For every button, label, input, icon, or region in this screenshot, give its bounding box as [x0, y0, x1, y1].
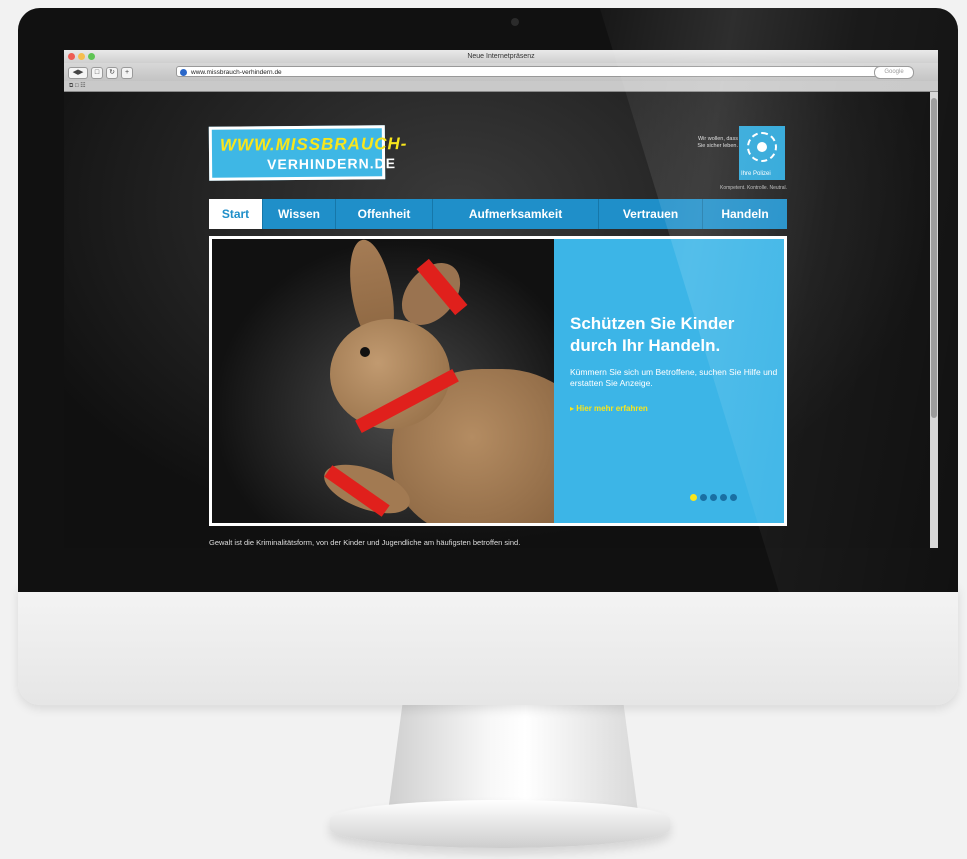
minimize-window-icon[interactable] [78, 53, 85, 60]
search-input[interactable]: Google [874, 66, 914, 79]
window-title: Neue Internetpräsenz [467, 53, 535, 60]
slide-dot[interactable] [710, 494, 717, 501]
monitor-stand-neck [388, 700, 638, 812]
hero-text-panel: Schützen Sie Kinder durch Ihr Handeln. K… [554, 239, 784, 523]
add-bookmark-icon[interactable]: + [121, 67, 133, 79]
slider-pagination [690, 494, 737, 501]
close-window-icon[interactable] [68, 53, 75, 60]
nav-item-vertrauen[interactable]: Vertrauen [599, 199, 703, 229]
nav-item-aufmerksamkeit[interactable]: Aufmerksamkeit [433, 199, 599, 229]
monitor-chin [18, 585, 958, 705]
bookmarks-bar: ⧉ □ ☷ [64, 81, 938, 92]
window-controls [68, 53, 95, 60]
intro-text: Gewalt ist die Kriminalitätsform, von de… [209, 538, 521, 547]
police-badge-label: Ihre Polizei [741, 171, 771, 177]
slide-dot[interactable] [690, 494, 697, 501]
browser-toolbar: ◀▶ □ ↻ + www.missbrauch-verhindern.de ↻ … [64, 63, 938, 81]
hero-subtext: Kümmern Sie sich um Betroffene, suchen S… [570, 367, 778, 388]
nav-item-offenheit[interactable]: Offenheit [336, 199, 433, 229]
nav-item-handeln[interactable]: Handeln [703, 199, 787, 229]
scrollbar-thumb[interactable] [931, 98, 937, 418]
sidebar-toggle-icon[interactable]: □ [91, 67, 103, 79]
address-url: www.missbrauch-verhindern.de [191, 69, 282, 76]
police-slogan: Kompetent. Kontrolle. Neutral. [720, 185, 787, 191]
learn-more-link[interactable]: ▸ Hier mehr erfahren [570, 404, 648, 413]
webpage: WWW.MISSBRAUCH- VERHINDERN.DE Wir wollen… [64, 92, 938, 548]
nav-item-start[interactable]: Start [209, 199, 263, 229]
hero-headline: Schützen Sie Kinder durch Ihr Handeln. [570, 314, 735, 355]
logo-line-2: VERHINDERN.DE [267, 155, 397, 173]
police-badge[interactable]: Ihre Polizei [739, 126, 785, 180]
page-scrollbar[interactable] [930, 92, 938, 548]
slide-dot[interactable] [720, 494, 727, 501]
zoom-window-icon[interactable] [88, 53, 95, 60]
globe-icon [180, 69, 187, 76]
monitor-stand-base [330, 800, 670, 848]
nav-item-wissen[interactable]: Wissen [263, 199, 336, 229]
police-claim: Wir wollen, dass Sie sicher leben. [697, 136, 738, 149]
browser-titlebar: Neue Internetpräsenz [64, 50, 938, 63]
address-bar[interactable]: www.missbrauch-verhindern.de ↻ [176, 66, 911, 77]
police-star-icon [747, 132, 777, 162]
logo-line-1: WWW.MISSBRAUCH- [219, 134, 408, 155]
site-logo[interactable]: WWW.MISSBRAUCH- VERHINDERN.DE [208, 125, 407, 181]
reload-button-icon[interactable]: ↻ [106, 67, 118, 79]
camera-icon [511, 18, 519, 26]
hero-image-rabbit [212, 239, 554, 523]
hero-slider: Schützen Sie Kinder durch Ihr Handeln. K… [209, 236, 787, 526]
slide-dot[interactable] [700, 494, 707, 501]
back-forward-button[interactable]: ◀▶ [68, 67, 88, 79]
main-navigation: Start Wissen Offenheit Aufmerksamkeit Ve… [209, 199, 787, 229]
slide-dot[interactable] [730, 494, 737, 501]
monitor-screen: Neue Internetpräsenz ◀▶ □ ↻ + www.missbr… [64, 50, 938, 548]
